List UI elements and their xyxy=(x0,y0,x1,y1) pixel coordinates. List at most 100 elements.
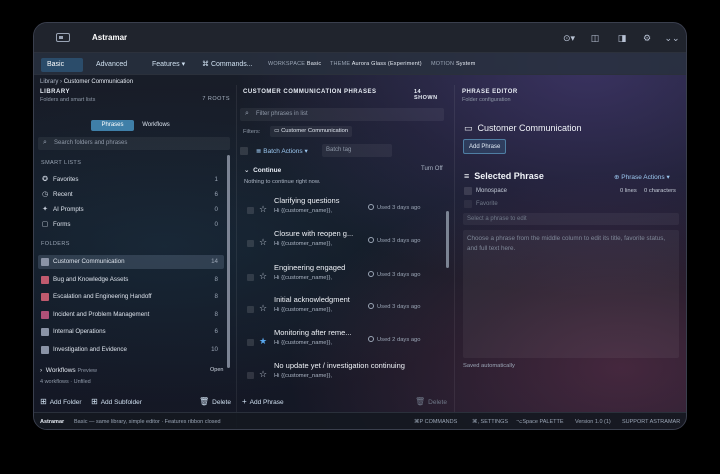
smart-list-ai-prompts[interactable]: ✦ AI Prompts 0 xyxy=(38,203,224,217)
phrase-item[interactable]: ☆ Closure with reopen g... Hi {{customer_n… xyxy=(237,226,437,256)
favorite-checkbox[interactable] xyxy=(464,200,472,208)
selected-phrase-heading: ≡ Selected Phrase xyxy=(464,171,544,181)
phrase-title-input[interactable]: Select a phrase to edit xyxy=(463,213,679,225)
characters-count: 0 characters xyxy=(644,188,676,194)
status-dropdown-button[interactable]: ⊙▾ xyxy=(558,31,580,45)
chevron-down-icon[interactable]: ⌄⌄ xyxy=(664,31,680,45)
smart-lists-label: SMART LISTS xyxy=(41,160,82,166)
search-icon: ⌕ xyxy=(245,110,249,117)
support-button[interactable]: SUPPORT ASTRAMAR xyxy=(622,419,680,425)
library-scrollbar[interactable] xyxy=(227,155,230,368)
commands-button[interactable]: ⌘ Commands... xyxy=(196,58,259,72)
status-commands-button[interactable]: ⌘P COMMANDS xyxy=(414,419,457,425)
star-filled-icon[interactable]: ★ xyxy=(259,336,267,347)
phrase-item[interactable]: ☆ No update yet / investigation continuin… xyxy=(237,358,437,388)
list-icon: ≣ xyxy=(256,148,262,155)
phrase-item[interactable]: ☆ Engineering engaged Hi {{customer_name}}… xyxy=(237,260,437,290)
monospace-checkbox[interactable] xyxy=(464,187,472,195)
add-folder-button[interactable]: ⊞ Add Folder xyxy=(40,397,82,406)
phrase-actions-menu[interactable]: ⊕ Phrase Actions ▾ xyxy=(614,173,670,181)
phrase-checkbox[interactable] xyxy=(247,372,254,379)
editor-add-phrase-button[interactable]: Add Phrase xyxy=(463,139,507,154)
tab-phrases[interactable]: Phrases xyxy=(91,120,134,131)
add-phrase-button[interactable]: + Add Phrase xyxy=(242,397,284,406)
features-menu[interactable]: Features ▾ xyxy=(146,58,191,72)
phrase-checkbox[interactable] xyxy=(247,339,254,346)
editor-subtitle: Folder configuration xyxy=(462,97,511,103)
batch-actions-menu[interactable]: ≣ Batch Actions ▾ xyxy=(256,147,308,155)
sidebar-toggle-icon[interactable] xyxy=(56,33,70,42)
chevron-down-icon: ▾ xyxy=(666,174,670,181)
status-palette-button[interactable]: ⌥Space PALETTE xyxy=(516,419,564,425)
smart-list-recent[interactable]: ◷ Recent 6 xyxy=(38,188,224,202)
mode-basic-button[interactable]: Basic xyxy=(41,58,83,72)
favorite-label: Favorite xyxy=(476,201,498,207)
phrases-header: CUSTOMER COMMUNICATION PHRASES 14 SHOWN xyxy=(243,89,443,101)
star-icon[interactable]: ☆ xyxy=(259,237,267,248)
phrase-body-textarea[interactable]: Choose a phrase from the middle column t… xyxy=(463,230,679,358)
app-window: Astramar ⊙▾ ◫ ◨ ⚙ ⌄⌄ Basic Advanced Feat… xyxy=(33,22,687,430)
turn-off-button[interactable]: Turn Off xyxy=(421,166,443,172)
trash-icon: 🗑 xyxy=(199,397,210,406)
commands-label: Commands... xyxy=(210,61,253,68)
lines-count: 0 lines xyxy=(620,188,637,194)
status-circle-icon: ⊙▾ xyxy=(562,33,576,43)
batch-tag-input[interactable]: Batch tag xyxy=(322,144,392,157)
library-title: LIBRARY xyxy=(40,89,70,95)
phrase-checkbox[interactable] xyxy=(247,274,254,281)
workflows-open-button[interactable]: Open xyxy=(210,367,223,373)
phrases-scrollbar[interactable] xyxy=(446,211,449,268)
tab-workflows[interactable]: Workflows xyxy=(136,120,176,131)
right-panel-icon[interactable]: ◨ xyxy=(614,31,630,45)
breadcrumb-current: Customer Communication xyxy=(63,79,134,85)
folder-investigation[interactable]: Investigation and Evidence 10 xyxy=(38,343,224,357)
workspace-indicator: WORKSPACE Basic xyxy=(268,61,322,67)
editor-header: PHRASE EDITOR Folder configuration xyxy=(462,89,680,103)
phrase-checkbox[interactable] xyxy=(247,240,254,247)
editor-title: PHRASE EDITOR xyxy=(462,89,518,95)
folder-icon xyxy=(41,276,49,284)
continue-section[interactable]: ⌄ Continue xyxy=(244,166,281,174)
gear-icon[interactable]: ⚙ xyxy=(640,31,654,45)
sparkle-icon: ✦ xyxy=(42,206,48,213)
breadcrumb-root[interactable]: Library xyxy=(40,79,58,85)
filter-chip[interactable]: ▭ Customer Communication xyxy=(270,126,353,137)
delete-folder-button[interactable]: 🗑 Delete xyxy=(199,397,231,406)
smart-list-favorites[interactable]: ✪ Favorites 1 xyxy=(38,173,224,187)
folder-customer-communication[interactable]: Customer Communication 14 xyxy=(38,255,224,269)
star-icon[interactable]: ☆ xyxy=(259,303,267,314)
star-icon[interactable]: ☆ xyxy=(259,204,267,215)
star-icon: ✪ xyxy=(42,176,48,183)
status-settings-button[interactable]: ⌘, SETTINGS xyxy=(472,419,508,425)
library-search-input[interactable]: Search folders and phrases xyxy=(38,137,230,150)
clock-icon xyxy=(368,303,374,309)
delete-phrase-button[interactable]: 🗑 Delete xyxy=(415,397,447,406)
folder-icon xyxy=(41,328,49,336)
phrase-checkbox[interactable] xyxy=(247,306,254,313)
phrases-title: CUSTOMER COMMUNICATION PHRASES xyxy=(243,89,377,95)
features-label: Features xyxy=(152,61,180,68)
clock-icon: ◷ xyxy=(41,191,49,198)
smart-list-forms[interactable]: ▢ Forms 0 xyxy=(38,218,224,232)
form-icon: ▢ xyxy=(41,221,49,228)
phrase-filter-input[interactable]: Filter phrases in list xyxy=(240,108,444,121)
folder-bug-knowledge[interactable]: Bug and Knowledge Assets 8 xyxy=(38,273,224,287)
phrase-item[interactable]: ★ Monitoring after reme... Hi {{customer_n… xyxy=(237,325,437,355)
chevron-right-icon: › xyxy=(40,367,43,374)
add-subfolder-button[interactable]: ⊞ Add Subfolder xyxy=(91,397,142,406)
left-panel-icon[interactable]: ◫ xyxy=(587,31,603,45)
select-all-checkbox[interactable] xyxy=(240,147,248,155)
phrase-item[interactable]: ☆ Initial acknowledgment Hi {{customer_nam… xyxy=(237,292,437,322)
star-icon[interactable]: ☆ xyxy=(259,369,267,380)
folder-internal-operations[interactable]: Internal Operations 6 xyxy=(38,325,224,339)
roots-count: 7 ROOTS xyxy=(202,96,230,102)
phrase-item[interactable]: ☆ Clarifying questions Hi {{customer_name}… xyxy=(237,193,437,223)
mode-advanced-button[interactable]: Advanced xyxy=(90,58,133,72)
motion-indicator: MOTION System xyxy=(431,61,476,67)
folder-plus-icon: ⊞ xyxy=(40,397,47,406)
folder-escalation[interactable]: Escalation and Engineering Handoff 8 xyxy=(38,290,224,304)
folder-incident[interactable]: Incident and Problem Management 8 xyxy=(38,308,224,322)
workflows-section[interactable]: › Workflows Preview xyxy=(40,367,97,374)
star-icon[interactable]: ☆ xyxy=(259,271,267,282)
phrase-checkbox[interactable] xyxy=(247,207,254,214)
